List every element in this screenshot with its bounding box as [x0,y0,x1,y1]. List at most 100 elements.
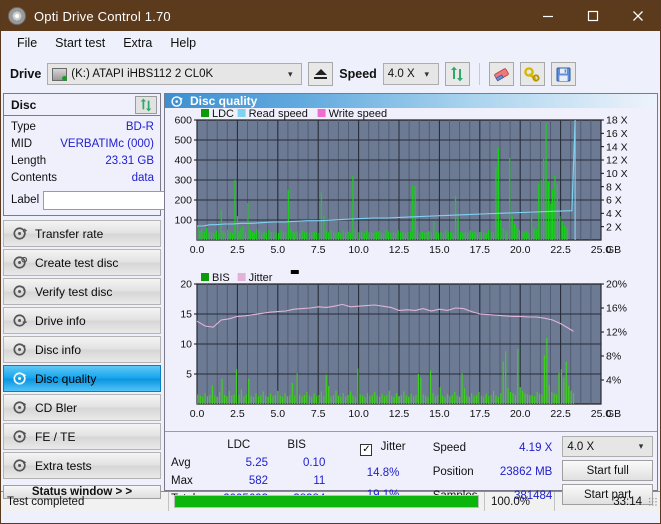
speed-stat-value: 4.19 X [519,442,553,454]
table-row: 14.8% [347,462,418,484]
svg-text:16 X: 16 X [606,128,628,140]
eject-button[interactable] [308,62,334,86]
position-stat-value: 23862 MB [499,466,553,478]
svg-text:100: 100 [174,215,192,227]
close-button[interactable] [615,1,660,31]
minimize-button[interactable] [525,1,570,31]
disc-panel-title: Disc [11,97,37,112]
drive-select-value: (K:) ATAPI iHBS112 2 CL0K [71,68,214,80]
maximize-button[interactable] [570,1,615,31]
status-bar: Test completed 100.0% 33:14 [1,491,660,511]
disc-bler-icon [13,400,28,415]
toolbar-separator [478,63,480,85]
svg-text:5.0: 5.0 [270,244,285,256]
stats-row-label: Avg [171,457,191,469]
disc-refresh-button[interactable] [135,95,157,114]
sidebar-item-cd-bler[interactable]: CD Bler [3,394,161,421]
panel-header: Disc quality [165,94,657,108]
disc-row-value: data [131,172,154,184]
sidebar-item-create-test-disc[interactable]: Create test disc [3,249,161,276]
disc-drive-icon [13,313,28,328]
disc-quality-charts[interactable]: LDC Read speed Write speed 100 200 300 400 500 6… [165,108,654,426]
sidebar-item-label: Create test disc [35,255,119,270]
svg-text:20.0: 20.0 [510,408,531,420]
menu-start-test[interactable]: Start test [47,34,113,52]
svg-text:Jitter: Jitter [249,272,273,284]
disc-label-key: Label [11,194,40,206]
svg-text:4 X: 4 X [606,208,622,220]
disc-row-key: Length [11,155,47,167]
svg-text:10 X: 10 X [606,168,628,180]
sidebar-item-label: Transfer rate [35,226,104,241]
sidebar-item-fe-te[interactable]: FE / TE [3,423,161,450]
stats-header-ldc: LDC [227,439,251,451]
sidebar-item-label: Extra tests [35,458,92,473]
panel-title: Disc quality [190,94,258,108]
disc-extra-icon [13,458,28,473]
svg-text:0.0: 0.0 [190,244,205,256]
drive-icon [52,67,68,81]
svg-text:600: 600 [174,115,192,127]
stats-avg-ldc: 5.25 [245,457,269,469]
chevron-down-icon: ▾ [288,68,293,79]
stats-avg-jitter: 14.8% [366,466,400,479]
svg-text:400: 400 [174,155,192,167]
sidebar-item-label: CD Bler [35,400,78,415]
menu-file[interactable]: File [9,34,45,52]
svg-text:16%: 16% [606,303,627,315]
jitter-checkbox[interactable]: ✓ [360,444,373,457]
sidebar-item-disc-quality[interactable]: Disc quality [3,365,161,392]
svg-text:10.0: 10.0 [348,244,369,256]
disc-fete-icon [13,429,28,444]
eject-icon [314,69,327,75]
drive-select[interactable]: (K:) ATAPI iHBS112 2 CL0K ▾ [47,63,303,85]
sidebar-item-extra-tests[interactable]: Extra tests [3,452,161,479]
erase-button[interactable] [488,62,514,86]
test-speed-value: 4.0 X [567,440,595,453]
save-button[interactable] [550,62,576,86]
tools-icon [523,66,540,82]
disc-row-value: 23.31 GB [105,155,154,167]
svg-text:4%: 4% [606,375,621,387]
svg-text:12 X: 12 X [606,155,628,167]
svg-text:2 X: 2 X [606,221,622,233]
sidebar-item-label: Verify test disc [35,284,113,299]
sidebar-item-label: FE / TE [35,429,76,444]
sidebar-item-verify-test-disc[interactable]: Verify test disc [3,278,161,305]
disc-row-length: Length 23.31 GB [11,153,154,170]
disc-row-key: Type [11,121,36,133]
svg-text:7.5: 7.5 [311,408,326,420]
resize-grip-icon[interactable] [648,496,658,507]
start-full-button[interactable]: Start full [562,460,653,481]
status-message: Test completed [1,492,169,511]
svg-text:5: 5 [186,369,192,381]
svg-text:GB: GB [606,244,621,256]
svg-text:200: 200 [174,195,192,207]
svg-text:GB: GB [606,408,621,420]
svg-text:0.0: 0.0 [190,408,205,420]
test-speed-select[interactable]: 4.0 X ▾ [562,436,653,457]
svg-text:12.5: 12.5 [389,244,410,256]
sidebar-item-disc-info[interactable]: Disc info [3,336,161,363]
svg-text:12%: 12% [606,327,627,339]
svg-text:8%: 8% [606,351,621,363]
svg-text:300: 300 [174,175,192,187]
title-bar: Opti Drive Control 1.70 [1,1,660,31]
refresh-button[interactable] [444,62,470,86]
tools-button[interactable] [519,62,545,86]
menu-help[interactable]: Help [162,34,204,52]
menu-extra[interactable]: Extra [115,34,160,52]
svg-text:17.5: 17.5 [470,244,491,256]
jitter-label: Jitter [380,441,406,454]
menu-bar: File Start test Extra Help [1,31,660,55]
toolbar: Drive (K:) ATAPI iHBS112 2 CL0K ▾ Speed … [1,55,660,93]
svg-text:BIS: BIS [212,272,230,284]
sidebar-item-transfer-rate[interactable]: Transfer rate [3,220,161,247]
progress-percent: 100.0% [485,492,555,511]
speed-stat-label: Speed [432,442,466,454]
sidebar-item-drive-info[interactable]: Drive info [3,307,161,334]
disc-row-key: Contents [11,172,58,184]
refresh-icon [140,98,152,111]
speed-select[interactable]: 4.0 X ▾ [382,63,439,85]
refresh-icon [451,66,464,82]
